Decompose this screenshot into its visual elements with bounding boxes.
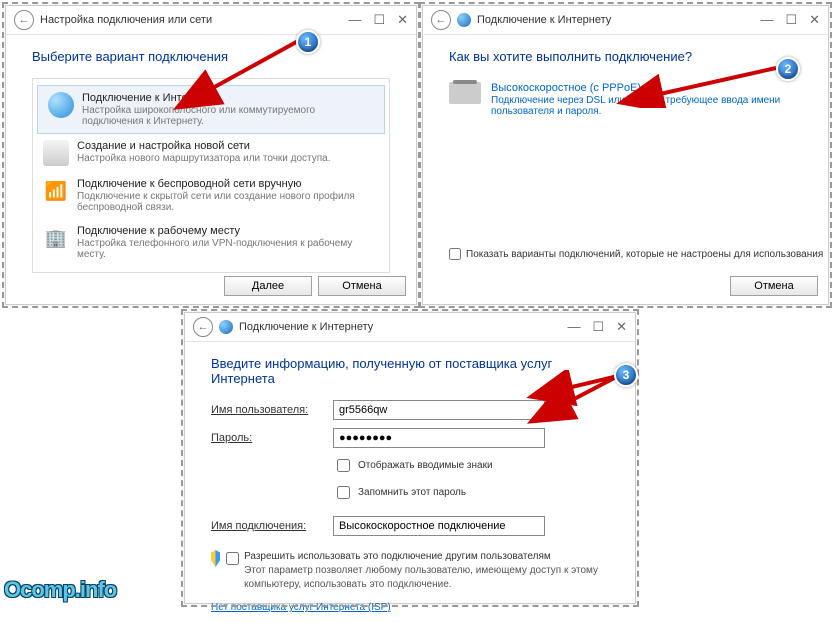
back-button[interactable]: ← xyxy=(14,10,34,30)
option-title: Создание и настройка новой сети xyxy=(77,140,331,152)
username-label: Имя пользователя: xyxy=(211,404,321,416)
show-options-checkbox-row: Показать варианты подключений, которые н… xyxy=(449,248,823,260)
option-title: Подключение к рабочему месту xyxy=(77,225,379,237)
cancel-button[interactable]: Отмена xyxy=(318,276,406,296)
maximize-button[interactable]: ☐ xyxy=(592,319,604,335)
show-chars-checkbox[interactable] xyxy=(337,459,350,472)
arrow-annotation xyxy=(526,370,626,426)
modem-icon xyxy=(449,82,481,104)
next-button[interactable]: Далее xyxy=(224,276,312,296)
permit-checkbox[interactable] xyxy=(226,552,239,565)
arrow-annotation xyxy=(614,62,784,108)
show-chars-label: Отображать вводимые знаки xyxy=(358,460,493,471)
titlebar: ← Подключение к Интернету — ☐ ✕ xyxy=(185,313,635,342)
option-title: Подключение к беспроводной сети вручную xyxy=(77,178,379,190)
permit-label: Разрешить использовать это подключение д… xyxy=(244,551,551,562)
cancel-button[interactable]: Отмена xyxy=(730,276,818,296)
window-title: Настройка подключения или сети xyxy=(40,14,212,26)
password-label: Пароль: xyxy=(211,432,321,444)
window-title: Подключение к Интернету xyxy=(239,321,373,333)
close-button[interactable]: ✕ xyxy=(616,319,627,335)
back-button[interactable]: ← xyxy=(193,317,213,337)
globe-icon xyxy=(219,320,233,334)
permit-row: Разрешить использовать это подключение д… xyxy=(211,550,609,592)
globe-icon xyxy=(48,92,74,118)
minimize-button[interactable]: — xyxy=(348,12,361,28)
username-input[interactable] xyxy=(333,400,545,420)
arrow-annotation xyxy=(168,34,308,114)
option-desc: Подключение к скрытой сети или создание … xyxy=(77,191,379,213)
connection-name-label: Имя подключения: xyxy=(211,520,321,532)
remember-password-checkbox[interactable] xyxy=(337,486,350,499)
no-isp-link[interactable]: Нет поставщика услуг Интернета (ISP) xyxy=(211,602,391,613)
close-button[interactable]: ✕ xyxy=(809,12,820,28)
back-button[interactable]: ← xyxy=(431,10,451,30)
window-controls: — ☐ ✕ xyxy=(760,12,820,28)
step-badge-1: 1 xyxy=(296,30,320,54)
watermark-logo: Ocomp.info xyxy=(4,577,116,603)
step-badge-3: 3 xyxy=(614,363,638,387)
show-options-checkbox[interactable] xyxy=(449,248,461,260)
connection-name-input[interactable] xyxy=(333,516,545,536)
maximize-button[interactable]: ☐ xyxy=(785,12,797,28)
titlebar: ← Подключение к Интернету — ☐ ✕ xyxy=(423,6,828,35)
dialog-internet-connection: ← Подключение к Интернету — ☐ ✕ Как вы х… xyxy=(422,5,829,305)
window-controls: — ☐ ✕ xyxy=(567,319,627,335)
minimize-button[interactable]: — xyxy=(567,319,580,335)
option-new-network[interactable]: Создание и настройка новой сетиНастройка… xyxy=(33,134,389,172)
window-title: Подключение к Интернету xyxy=(477,14,611,26)
password-input[interactable] xyxy=(333,428,545,448)
step-badge-2: 2 xyxy=(776,57,800,81)
close-button[interactable]: ✕ xyxy=(397,12,408,28)
option-workplace[interactable]: 🏢 Подключение к рабочему местуНастройка … xyxy=(33,219,389,266)
maximize-button[interactable]: ☐ xyxy=(373,12,385,28)
window-controls: — ☐ ✕ xyxy=(348,12,408,28)
shield-icon xyxy=(211,550,220,567)
titlebar: ← Настройка подключения или сети — ☐ ✕ xyxy=(6,6,416,35)
wifi-icon: 📶 xyxy=(43,178,69,204)
option-desc: Настройка нового маршрутизатора или точк… xyxy=(77,153,331,164)
router-icon xyxy=(43,140,69,166)
minimize-button[interactable]: — xyxy=(760,12,773,28)
remember-password-label: Запомнить этот пароль xyxy=(358,487,466,498)
globe-icon xyxy=(457,13,471,27)
permit-desc: Этот параметр позволяет любому пользоват… xyxy=(244,565,598,590)
option-wireless-manual[interactable]: 📶 Подключение к беспроводной сети вручну… xyxy=(33,172,389,219)
dialog-isp-credentials: ← Подключение к Интернету — ☐ ✕ Введите … xyxy=(184,312,636,604)
option-desc: Настройка телефонного или VPN-подключени… xyxy=(77,238,379,260)
show-options-label: Показать варианты подключений, которые н… xyxy=(466,249,823,260)
office-icon: 🏢 xyxy=(43,225,69,251)
